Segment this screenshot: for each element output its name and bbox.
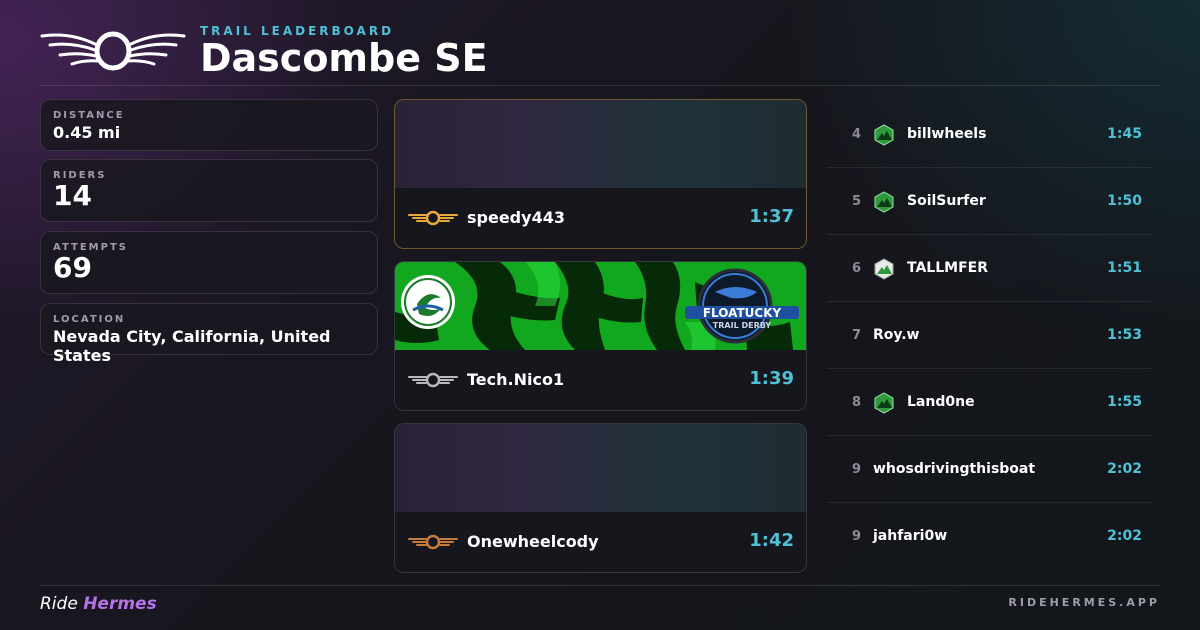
- rank-number: 8: [852, 395, 862, 410]
- header: TRAIL LEADERBOARD Dascombe SE: [40, 20, 1160, 86]
- rider-time: 1:45: [1107, 126, 1142, 142]
- brand-name: Hermes: [83, 594, 157, 614]
- leaderboard-list: 4 billwheels 1:45 5 SoilSurfer 1:50 6 TA…: [827, 101, 1152, 570]
- rank-number: 6: [852, 261, 862, 276]
- leaderboard-row[interactable]: 4 billwheels 1:45: [827, 101, 1152, 168]
- rider-time: 1:50: [1107, 193, 1142, 209]
- rider-name[interactable]: Tech.Nico1: [467, 370, 564, 389]
- rider-name[interactable]: SoilSurfer: [907, 193, 986, 209]
- leaderboard-row[interactable]: 7 Roy.w 1:53: [827, 302, 1152, 369]
- checkered-flag-image: FLOATUCKY TRAIL DERBY: [395, 262, 806, 350]
- rider-time: 1:42: [749, 530, 794, 551]
- rider-time: 2:02: [1107, 528, 1142, 544]
- rank-number: 5: [852, 194, 862, 209]
- winged-wheel-logo-icon: [40, 31, 186, 71]
- card-footer: Onewheelcody 1:42: [395, 512, 806, 572]
- stat-value: 0.45 mi: [53, 123, 121, 142]
- rider-name[interactable]: speedy443: [467, 208, 565, 227]
- brand-wordmark[interactable]: Ride Hermes: [40, 594, 157, 614]
- rank-number: 9: [852, 529, 862, 544]
- site-url[interactable]: RIDEHERMES.APP: [1008, 596, 1160, 609]
- rider-name[interactable]: TALLMFER: [907, 260, 988, 276]
- green-mountain-badge-icon: [874, 124, 894, 146]
- rider-time: 1:55: [1107, 394, 1142, 410]
- rider-time: 1:37: [749, 206, 794, 227]
- rank-number: 9: [852, 462, 862, 477]
- rider-name[interactable]: Roy.w: [873, 327, 920, 343]
- stat-riders: RIDERS 14: [40, 159, 378, 222]
- foothill-floaters-logo-icon: [401, 275, 455, 329]
- stat-value: Nevada City, California, United States: [53, 327, 331, 365]
- stat-attempts: ATTEMPTS 69: [40, 231, 378, 294]
- stat-label: RIDERS: [53, 170, 107, 181]
- card-banner: [395, 424, 806, 512]
- stat-location: LOCATION Nevada City, California, United…: [40, 303, 378, 365]
- rider-time: 2:02: [1107, 461, 1142, 477]
- white-mountain-badge-icon: [874, 258, 894, 280]
- green-mountain-badge-icon: [874, 392, 894, 414]
- card-banner-checkered-flag: FLOATUCKY TRAIL DERBY: [395, 262, 806, 350]
- leaderboard-row[interactable]: 5 SoilSurfer 1:50: [827, 168, 1152, 235]
- rank-number: 4: [852, 127, 862, 142]
- bronze-wings-icon: [408, 534, 458, 550]
- rider-name[interactable]: Onewheelcody: [467, 532, 599, 551]
- podium-card-second[interactable]: FLOATUCKY TRAIL DERBY Tech.Nico1 1:39: [394, 261, 807, 411]
- card-footer: speedy443 1:37: [395, 188, 806, 248]
- rider-name[interactable]: billwheels: [907, 126, 986, 142]
- rider-time: 1:39: [749, 368, 794, 389]
- card-footer: Tech.Nico1 1:39: [395, 350, 806, 410]
- podium-card-first[interactable]: speedy443 1:37: [394, 99, 807, 249]
- rider-time: 1:53: [1107, 327, 1142, 343]
- svg-text:FLOATUCKY: FLOATUCKY: [703, 306, 782, 320]
- page-title: Dascombe SE: [200, 36, 488, 80]
- stat-value: 14: [53, 179, 92, 212]
- gold-wings-icon: [408, 210, 458, 226]
- stat-label: LOCATION: [53, 314, 126, 325]
- rank-number: 7: [852, 328, 862, 343]
- rider-name[interactable]: jahfari0w: [873, 528, 947, 544]
- stat-label: DISTANCE: [53, 110, 125, 121]
- green-mountain-badge-icon: [874, 191, 894, 213]
- silver-wings-icon: [408, 372, 458, 388]
- svg-text:TRAIL DERBY: TRAIL DERBY: [713, 321, 772, 330]
- card-banner: [395, 100, 806, 188]
- footer: Ride Hermes RIDEHERMES.APP: [40, 585, 1160, 630]
- leaderboard-row[interactable]: 9 whosdrivingthisboat 2:02: [827, 436, 1152, 503]
- leaderboard-row[interactable]: 9 jahfari0w 2:02: [827, 503, 1152, 570]
- stat-label: ATTEMPTS: [53, 242, 128, 253]
- stat-value: 69: [53, 251, 92, 284]
- rider-time: 1:51: [1107, 260, 1142, 276]
- podium-card-third[interactable]: Onewheelcody 1:42: [394, 423, 807, 573]
- leaderboard-row[interactable]: 8 Land0ne 1:55: [827, 369, 1152, 436]
- leaderboard-row[interactable]: 6 TALLMFER 1:51: [827, 235, 1152, 302]
- rider-name[interactable]: Land0ne: [907, 394, 975, 410]
- rider-name[interactable]: whosdrivingthisboat: [873, 461, 1035, 477]
- stat-distance: DISTANCE 0.45 mi: [40, 99, 378, 151]
- brand-prefix: Ride: [40, 594, 78, 614]
